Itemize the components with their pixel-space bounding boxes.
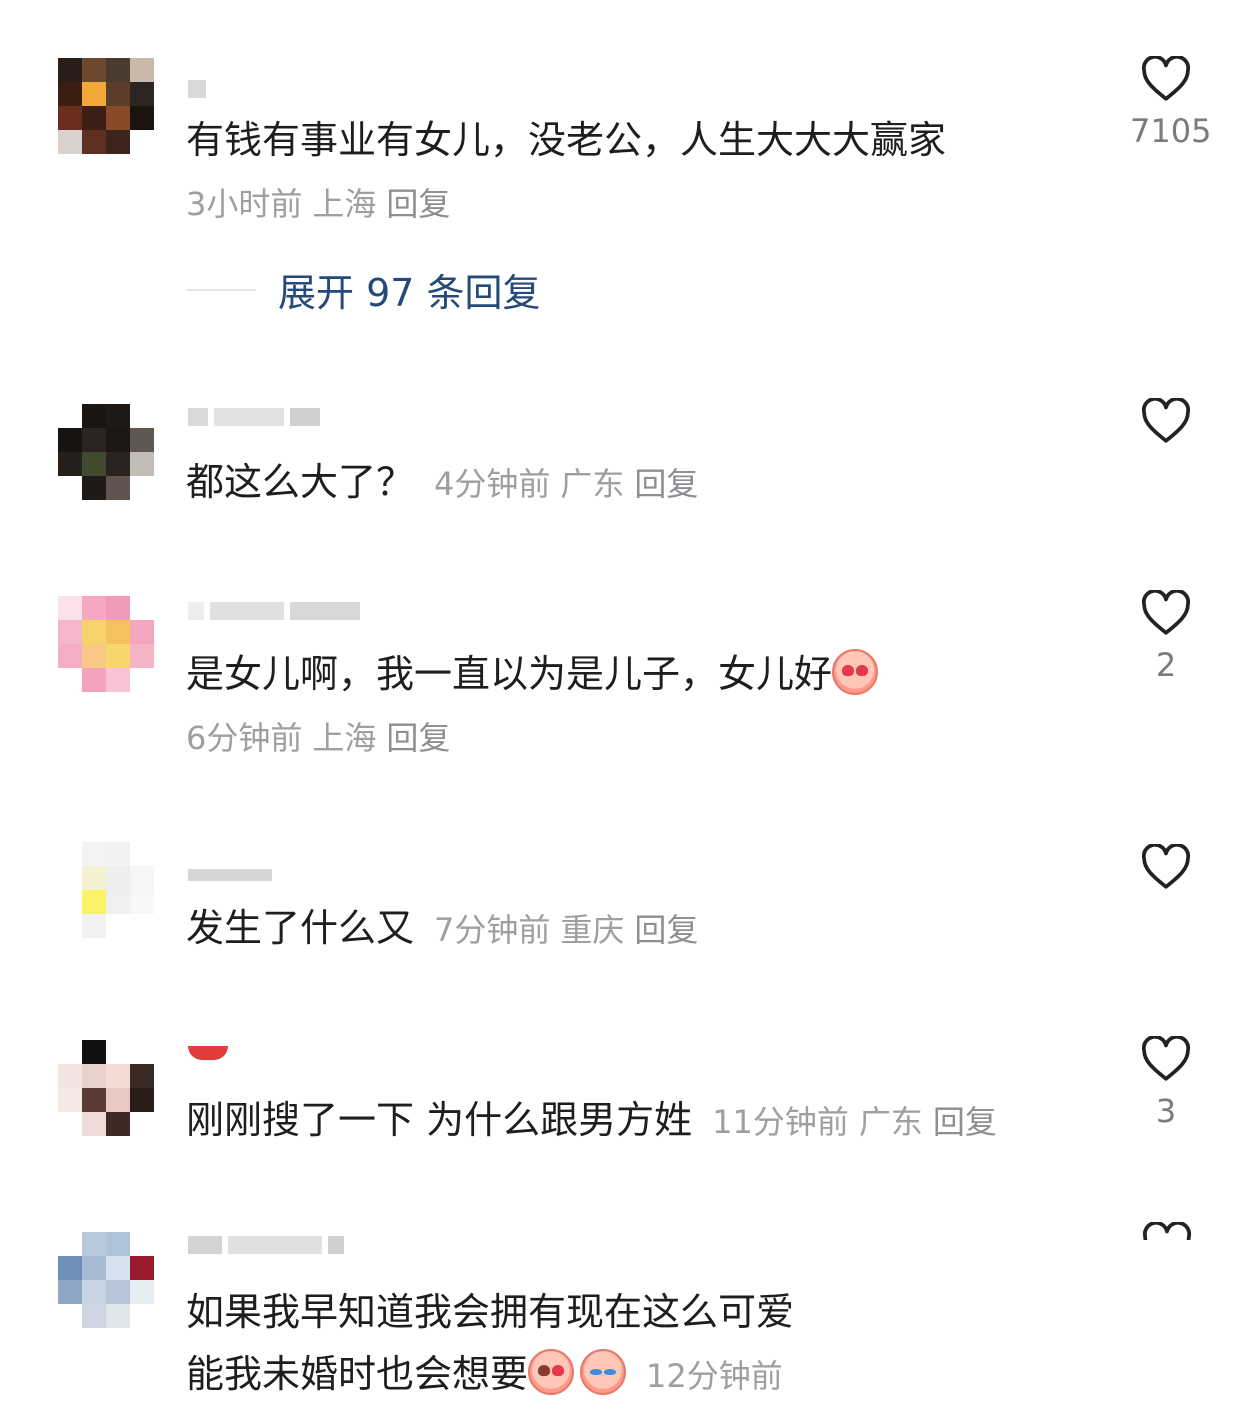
reply-button[interactable]: 回复	[634, 911, 698, 949]
comment-row: 能我未婚时也会想要 12分钟前	[186, 1348, 783, 1402]
avatar[interactable]	[58, 404, 154, 500]
avatar[interactable]	[58, 596, 154, 692]
like-count: 7105	[1130, 112, 1212, 150]
shy-cover-mouth-emoji-icon	[528, 1349, 575, 1395]
comment-location: 广东	[858, 1103, 923, 1141]
username-blurred[interactable]	[188, 404, 320, 430]
comment-text: 发生了什么又	[186, 906, 415, 950]
like-button[interactable]: 3	[1130, 1036, 1202, 1130]
heart-eyes-emoji-icon	[832, 649, 879, 695]
comment-meta: 7分钟前 重庆 回复	[434, 911, 708, 949]
comment-time: 11分钟前	[712, 1103, 849, 1141]
like-count: 3	[1155, 1092, 1177, 1130]
reply-button[interactable]: 回复	[933, 1103, 997, 1141]
comment-text: 是女儿啊，我一直以为是儿子，女儿好	[186, 652, 833, 696]
comment-row: 都这么大了？ 4分钟前 广东 回复	[186, 456, 708, 510]
comment-text: 有钱有事业有女儿，没老公，人生大大大赢家	[186, 118, 947, 162]
like-button[interactable]: 7105	[1130, 56, 1212, 150]
comment-text: 都这么大了？	[186, 460, 415, 504]
heart-outline-icon	[1141, 844, 1191, 889]
like-button[interactable]: 2	[1130, 590, 1202, 684]
avatar[interactable]	[58, 1232, 154, 1328]
comment-text: 刚刚搜了一下 为什么跟男方姓	[186, 1098, 693, 1142]
comment-meta: 3小时前 上海 回复	[186, 182, 460, 226]
comment-list-screen: 有钱有事业有女儿，没老公，人生大大大赢家 3小时前 上海 回复 7105 展开 97…	[0, 0, 1242, 1413]
username-blurred[interactable]	[188, 1232, 344, 1258]
avatar[interactable]	[58, 1040, 154, 1136]
crying-laughing-emoji-icon	[580, 1349, 627, 1395]
username-blurred[interactable]	[188, 862, 272, 888]
comment-row: 发生了什么又 7分钟前 重庆 回复	[186, 902, 708, 956]
reply-button[interactable]: 回复	[386, 719, 450, 757]
comment-location: 重庆	[560, 911, 625, 949]
comment-meta: 4分钟前 广东 回复	[434, 465, 708, 503]
username-blurred[interactable]	[188, 598, 360, 624]
comment-time: 6分钟前	[186, 719, 303, 757]
comment-time: 7分钟前	[434, 911, 551, 949]
heart-outline-icon	[1141, 1036, 1191, 1081]
expand-replies-button[interactable]: 展开 97 条回复	[186, 262, 541, 317]
comment-meta: 11分钟前 广东 回复	[712, 1103, 1007, 1141]
like-count: 2	[1155, 646, 1177, 684]
username-blurred[interactable]	[188, 1040, 228, 1066]
expand-divider	[186, 288, 256, 291]
comment-location: 上海	[312, 185, 377, 223]
heart-outline-icon	[1141, 398, 1191, 443]
heart-outline-icon	[1141, 56, 1191, 101]
avatar[interactable]	[58, 58, 154, 154]
heart-outline-icon	[1141, 590, 1191, 635]
comment-location: 上海	[312, 719, 377, 757]
comment-time: 12分钟前	[646, 1357, 783, 1395]
comment-row: 刚刚搜了一下 为什么跟男方姓 11分钟前 广东 回复	[186, 1094, 1007, 1148]
comment-meta: 6分钟前 上海 回复	[186, 716, 460, 760]
comment-text-line: 能我未婚时也会想要	[186, 1352, 529, 1396]
comment-text-line: 如果我早知道我会拥有现在这么可爱	[186, 1290, 795, 1334]
comment-time: 3小时前	[186, 185, 303, 223]
like-button[interactable]	[1130, 398, 1202, 444]
reply-button[interactable]: 回复	[386, 185, 450, 223]
comment-location: 广东	[560, 465, 625, 503]
expand-replies-label: 展开 97 条回复	[278, 271, 541, 315]
username-blurred[interactable]	[188, 76, 206, 102]
overlay-fade	[790, 1240, 1242, 1413]
like-button[interactable]	[1130, 844, 1202, 890]
comment-time: 4分钟前	[434, 465, 551, 503]
avatar[interactable]	[58, 842, 154, 938]
reply-button[interactable]: 回复	[634, 465, 698, 503]
comment-row: 是女儿啊，我一直以为是儿子，女儿好	[186, 648, 879, 700]
